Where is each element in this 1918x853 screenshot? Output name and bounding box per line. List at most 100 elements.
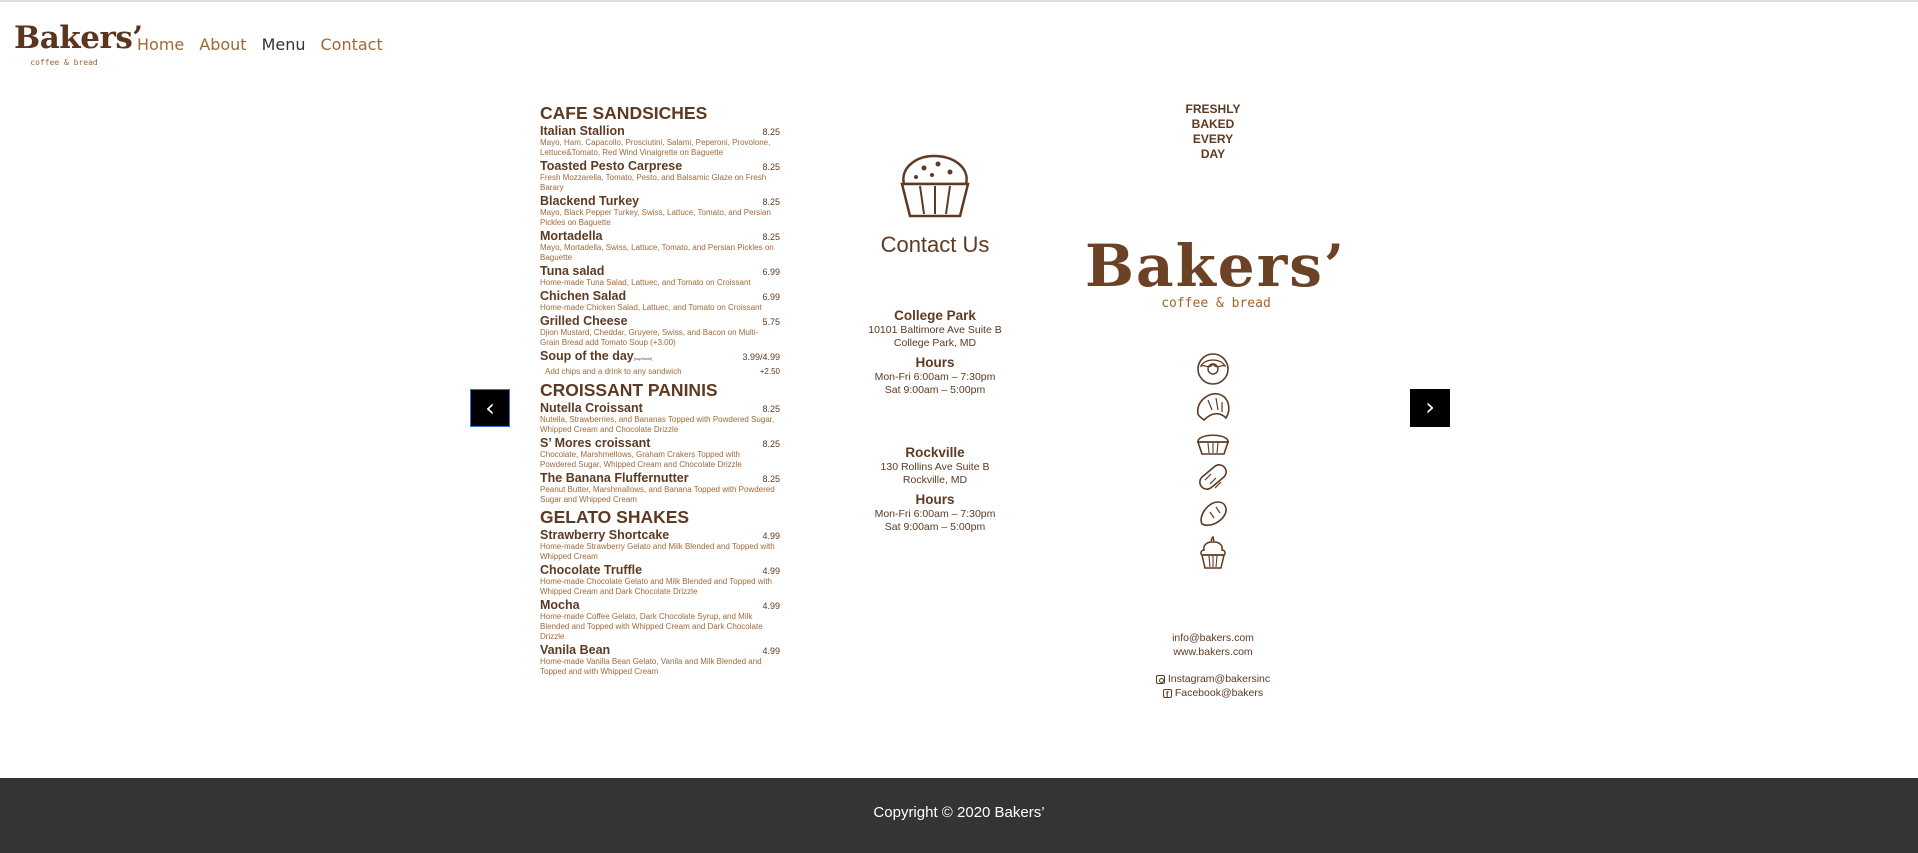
email-link[interactable]: info@bakers.com [1085, 632, 1341, 646]
menu-item-price: 4.99 [762, 566, 780, 576]
location-address: 130 Rollins Ave Suite B [880, 461, 990, 473]
location-name: Rockville [905, 445, 965, 460]
menu-item-name: The Banana Fluffernutter [540, 471, 689, 485]
promo-brand-name: Bakers’ [1085, 232, 1347, 300]
menu-item-header: Blackend Turkey 8.25 [540, 194, 780, 208]
footer: Copyright © 2020 Bakers’ [0, 778, 1918, 853]
menu-item-name: Nutella Croissant [540, 401, 643, 415]
menu-item-name: Chocolate Truffle [540, 563, 643, 577]
brand-tagline: coffee & bread [30, 58, 98, 67]
menu-item-description: Fresh Mozzarella, Tomato, Pesto, and Bal… [540, 173, 767, 192]
menu-item: Strawberry Shortcake 4.99 Home-made Strawb… [540, 528, 780, 562]
location-address: 10101 Baltimore Ave Suite B [868, 324, 1002, 336]
navbar: Bakers’ coffee & bread Home About Menu C… [0, 2, 1918, 88]
carousel-prev-button[interactable]: ‹ [470, 389, 510, 427]
instagram-handle: Instagram@bakersinc [1167, 673, 1271, 685]
menu-section-title: CAFE SANDSICHES [540, 103, 708, 123]
muffin-icon [1196, 434, 1230, 455]
facebook-icon [1162, 688, 1172, 701]
menu-item-name: S’ Mores croissant [540, 436, 651, 450]
menu-item-soup: Soup of the day(cup/bowl) 3.99/4.99 Add ch… [540, 349, 780, 378]
tagline-line: FRESHLY [1185, 102, 1241, 116]
menu-item: Toasted Pesto Carprese 8.25 Fresh Mozzarel… [540, 159, 780, 193]
combo-note-price: +2.50 [759, 367, 780, 376]
menu-item-name: Mocha [540, 598, 580, 612]
brand-logo[interactable]: Bakers’ coffee & bread [14, 20, 143, 67]
menu-item-price: 4.99 [762, 531, 780, 541]
muffin-icon [900, 154, 970, 218]
tagline-line: BAKED [1191, 117, 1235, 131]
freshly-baked-tagline: FRESHLY BAKED EVERY DAY [1085, 102, 1341, 162]
location-name: College Park [894, 308, 976, 323]
menu-item-price: 8.25 [762, 404, 780, 414]
menu-item: Nutella Croissant 8.25 Nutella, Strawberri… [540, 401, 780, 435]
menu-item-header: Tuna salad 6.99 [540, 264, 780, 278]
contact-info: info@bakers.com www.bakers.com Instagram… [1085, 632, 1341, 701]
instagram-link[interactable]: Instagram@bakersinc [1085, 673, 1341, 687]
menu-item: S’ Mores croissant 8.25 Chocolate, Marshme… [540, 436, 780, 470]
menu-item-name: Vanila Bean [540, 643, 611, 657]
menu-item: The Banana Fluffernutter 8.25 Peanut Butte… [540, 471, 780, 505]
croissant-icon [1197, 392, 1230, 422]
donut-icon [1197, 353, 1229, 385]
menu-item-name: Italian Stallion [540, 124, 625, 138]
combo-note: Add chips and a drink to any sandwich +2.… [540, 366, 780, 378]
website-link[interactable]: www.bakers.com [1085, 646, 1341, 660]
brand-name: Bakers’ [14, 20, 143, 56]
menu-section-title: CROISSANT PANINIS [540, 380, 718, 400]
menu-item-price: 8.25 [762, 232, 780, 242]
menu-item-description: Home-made Strawberry Gelato and Milk Ble… [540, 542, 775, 561]
menu-item-price: 8.25 [762, 439, 780, 449]
location-city: Rockville, MD [902, 474, 968, 486]
carousel-next-button[interactable]: › [1410, 389, 1450, 427]
menu-item-price: 8.25 [762, 162, 780, 172]
menu-item: Chocolate Truffle 4.99 Home-made Chocolate… [540, 563, 780, 597]
menu-item-price: 8.25 [762, 127, 780, 137]
menu-item: Mocha 4.99 Home-made Coffee Gelato, Dark C… [540, 598, 780, 642]
menu-item-name: Chichen Salad [540, 289, 627, 303]
menu-item-header: Nutella Croissant 8.25 [540, 401, 780, 415]
menu-item-price: 6.99 [762, 267, 780, 277]
menu-item-header: Mocha 4.99 [540, 598, 780, 612]
menu-item-name: Soup of the day(cup/bowl) [540, 349, 652, 366]
menu-item-header: The Banana Fluffernutter 8.25 [540, 471, 780, 485]
menu-item: Tuna salad 6.99 Home-made Tuna Salad, Latt… [540, 264, 780, 288]
menu-item-description: Mayo, Mortadella, Swiss, Lattuce, Tomato… [540, 243, 774, 262]
menu-item-header: Italian Stallion 8.25 [540, 124, 780, 138]
menu-item-header: S’ Mores croissant 8.25 [540, 436, 780, 450]
nav-link-about[interactable]: About [199, 35, 246, 55]
hours-weekday: Mon-Fri 6:00am – 7:30pm [874, 508, 996, 520]
tagline-line: DAY [1200, 147, 1226, 161]
location-city: College Park, MD [893, 337, 977, 349]
combo-note-text: Add chips and a drink to any sandwich [545, 367, 682, 376]
menu-item-price: 4.99 [762, 646, 780, 656]
menu-item-header: Chichen Salad 6.99 [540, 289, 780, 303]
nav-link-contact[interactable]: Contact [321, 35, 383, 55]
hours-saturday: Sat 9:00am – 5:00pm [884, 384, 986, 396]
menu-item-description: Mayo, Ham, Capacollo, Prosciutini, Salam… [540, 138, 771, 157]
menu-item-price: 8.25 [762, 474, 780, 484]
hours-title: Hours [915, 355, 955, 370]
facebook-link[interactable]: Facebook@bakers [1085, 687, 1341, 701]
facebook-handle: Facebook@bakers [1174, 686, 1264, 699]
menu-item-header: Toasted Pesto Carprese 8.25 [540, 159, 780, 173]
hours-weekday: Mon-Fri 6:00am – 7:30pm [874, 371, 996, 383]
nav-link-home[interactable]: Home [137, 35, 184, 55]
menu-item-description: Home-made Chocolate Gelato and Milk Blen… [540, 577, 772, 596]
menu-item-header: Soup of the day(cup/bowl) 3.99/4.99 [540, 349, 780, 366]
menu-item-price: 6.99 [762, 292, 780, 302]
menu-item-header: Strawberry Shortcake 4.99 [540, 528, 780, 542]
nav-link-menu[interactable]: Menu [262, 35, 306, 55]
menu-item-name: Strawberry Shortcake [540, 528, 670, 542]
menu-item-name: Blackend Turkey [540, 194, 640, 208]
promo-column: FRESHLY BAKED EVERY DAY Bakers’ coffee &… [1085, 102, 1347, 701]
menu-item-header: Chocolate Truffle 4.99 [540, 563, 780, 577]
menu-item-price: 8.25 [762, 197, 780, 207]
hours-saturday: Sat 9:00am – 5:00pm [884, 521, 986, 533]
menu-section-title: GELATO SHAKES [540, 507, 690, 527]
menu-item-header: Vanila Bean 4.99 [540, 643, 780, 657]
menu-item-price: 5.75 [762, 317, 780, 327]
menu-item-name: Tuna salad [540, 264, 605, 278]
menu-item-description: Home-made Coffee Gelato, Dark Chocolate … [540, 612, 763, 641]
menu-item-description: Djion Mustard, Cheddar, Gruyere, Swiss, … [540, 328, 759, 347]
